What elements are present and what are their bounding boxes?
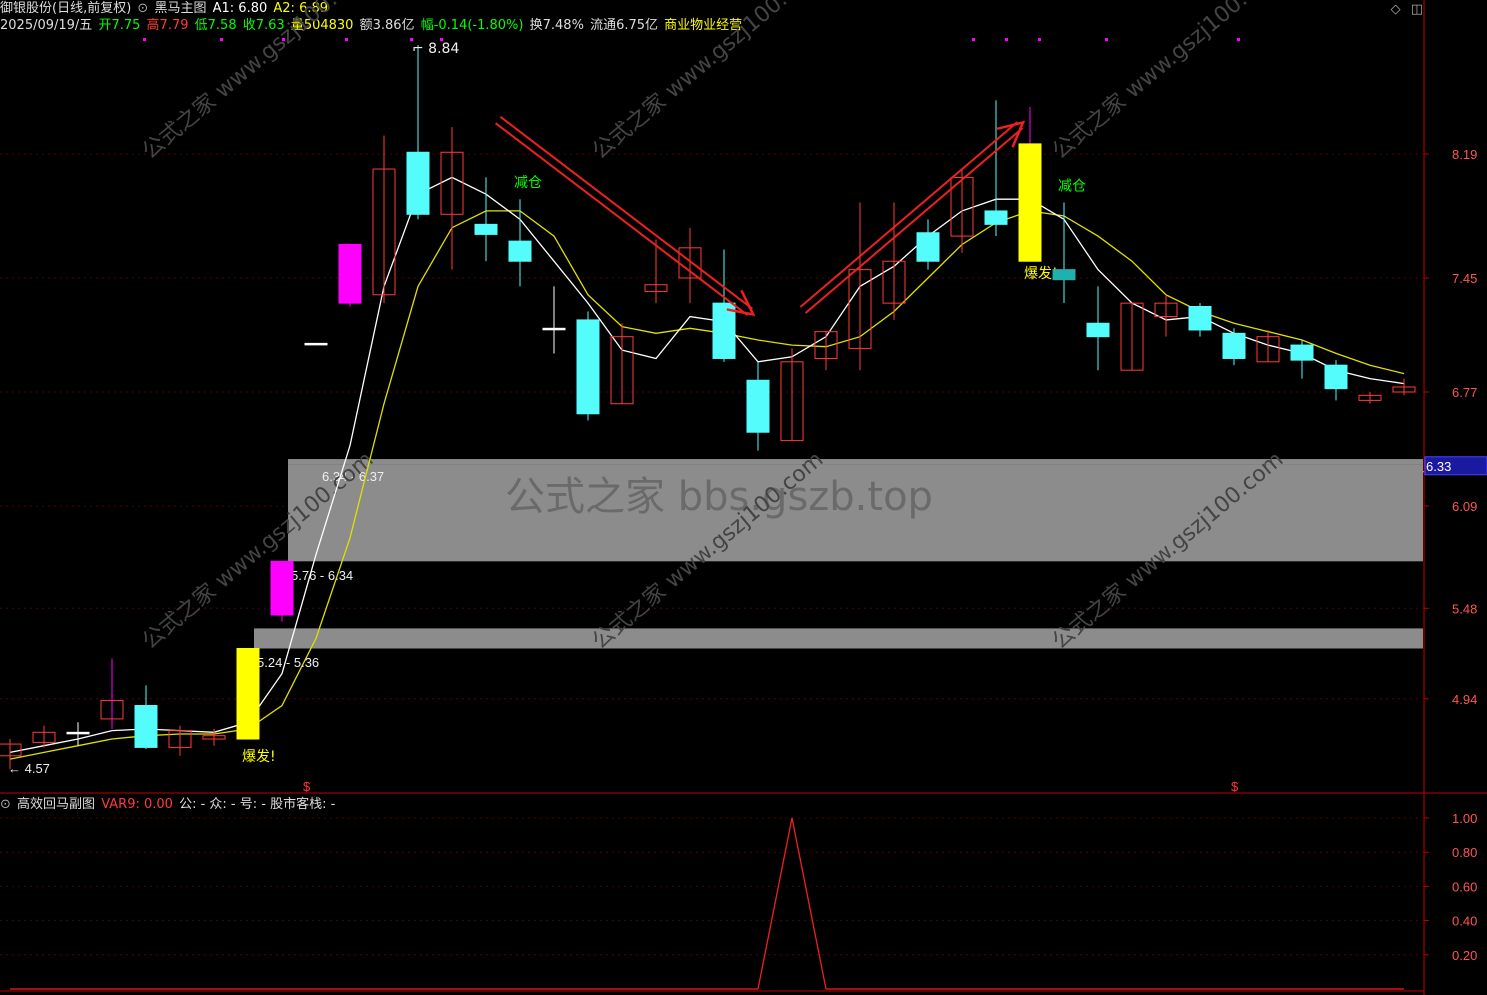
trend-arrow-down bbox=[494, 122, 749, 316]
current-price-tag: 6.33 bbox=[1426, 459, 1451, 474]
candle-label: 减仓 bbox=[514, 175, 542, 191]
zone-label: 5.24 - 5.36 bbox=[257, 655, 319, 670]
candle-body bbox=[338, 243, 362, 304]
y-tick-label: 6.09 bbox=[1452, 499, 1477, 514]
candle-body bbox=[406, 151, 430, 215]
candle-label: 爆发! bbox=[242, 749, 276, 765]
candle-body bbox=[134, 705, 158, 748]
candle-body bbox=[1052, 269, 1076, 281]
candle-body bbox=[746, 379, 770, 433]
signal-dot bbox=[972, 38, 975, 41]
sub-y-tick-label: 0.80 bbox=[1452, 845, 1477, 860]
candle-body bbox=[508, 240, 532, 262]
candle-body bbox=[1324, 364, 1348, 390]
candle-body bbox=[474, 223, 498, 235]
candle-body bbox=[1290, 344, 1314, 361]
y-tick-label: 7.45 bbox=[1452, 271, 1477, 286]
signal-marker: $ bbox=[1231, 779, 1239, 794]
signal-dot bbox=[410, 38, 413, 41]
y-tick-label: 5.48 bbox=[1452, 601, 1477, 616]
candle-body bbox=[984, 210, 1008, 225]
signal-dot bbox=[220, 38, 223, 41]
zone-label: 5.76 - 6.34 bbox=[291, 568, 353, 583]
candle-body bbox=[236, 648, 260, 740]
candle-body bbox=[916, 232, 940, 262]
y-tick-label: 8.19 bbox=[1452, 147, 1477, 162]
signal-dot bbox=[143, 38, 146, 41]
candle-body bbox=[576, 319, 600, 415]
sub-y-tick-label: 0.20 bbox=[1452, 948, 1477, 963]
signal-dot bbox=[1005, 38, 1008, 41]
var9-line bbox=[10, 817, 1404, 990]
signal-marker: $ bbox=[303, 779, 311, 794]
signal-dot bbox=[1038, 38, 1041, 41]
watermark-center: 公式之家 bbs.gszb.top bbox=[505, 474, 933, 520]
signal-dot bbox=[1237, 38, 1240, 41]
y-tick-label: 4.94 bbox=[1452, 692, 1477, 707]
candle-body bbox=[1018, 143, 1042, 262]
candle-body bbox=[304, 342, 328, 346]
candle-body bbox=[542, 327, 566, 331]
low-price-label: ← 4.57 bbox=[8, 761, 50, 776]
chart-canvas: 8.197.456.776.095.484.946.336.34 - 6.375… bbox=[0, 0, 1487, 995]
signal-dot bbox=[1105, 38, 1108, 41]
candle-label: ⌐ 8.84 bbox=[412, 41, 459, 57]
sub-y-tick-label: 0.60 bbox=[1452, 879, 1477, 894]
candle-body bbox=[270, 560, 294, 616]
signal-dot bbox=[282, 38, 285, 41]
watermark-diagonal: 公式之家 www.gszj100.com bbox=[588, 0, 829, 165]
y-tick-label: 6.77 bbox=[1452, 385, 1477, 400]
candle-body bbox=[66, 731, 90, 735]
candle-body bbox=[1086, 322, 1110, 338]
sub-y-tick-label: 0.40 bbox=[1452, 914, 1477, 929]
support-zone bbox=[254, 628, 1423, 649]
signal-dot bbox=[345, 38, 348, 41]
sub-y-tick-label: 1.00 bbox=[1452, 811, 1477, 826]
watermark-diagonal: 公式之家 www.gszj100.com bbox=[138, 0, 379, 165]
candle-body bbox=[1222, 332, 1246, 359]
signal-dot bbox=[440, 38, 443, 41]
candle-body bbox=[1188, 306, 1212, 331]
watermark-diagonal: 公式之家 www.gszj100.com bbox=[1048, 0, 1289, 165]
candle-label: 减仓 bbox=[1058, 179, 1086, 195]
